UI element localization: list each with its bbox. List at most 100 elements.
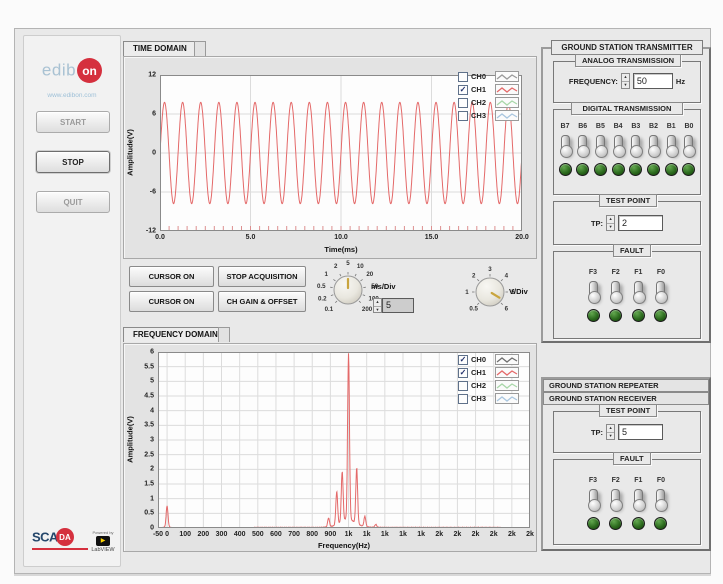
legend-checkbox-CH3[interactable] bbox=[458, 394, 468, 404]
svg-text:10: 10 bbox=[357, 263, 364, 270]
toggle-switch-B3[interactable] bbox=[631, 135, 640, 155]
svg-text:0.5: 0.5 bbox=[317, 283, 326, 290]
ch-gain-offset-button[interactable]: CH GAIN & OFFSET bbox=[218, 291, 306, 312]
x-tick-label: 400 bbox=[234, 531, 246, 538]
led-indicator-F3 bbox=[587, 309, 600, 322]
bit-label: B3 bbox=[631, 123, 640, 130]
legend-line-icon[interactable] bbox=[495, 71, 519, 82]
bit-label: B0 bbox=[684, 123, 693, 130]
legend-row: ✓CH0 bbox=[458, 353, 536, 366]
led-indicator-B0 bbox=[682, 163, 695, 176]
bit-label: F3 bbox=[589, 269, 597, 276]
x-tick-label: 300 bbox=[216, 531, 228, 538]
toggle-switch-B7[interactable] bbox=[561, 135, 570, 155]
ms-div-numeric: ▲▼ 5 bbox=[373, 298, 414, 313]
toggle-switch-F1[interactable] bbox=[634, 281, 643, 301]
legend-row: CH3 bbox=[458, 392, 536, 405]
repeater-title-bar[interactable]: GROUND STATION REPEATER bbox=[543, 379, 709, 392]
led-indicator-F1 bbox=[632, 309, 645, 322]
y-tick-label: 1.5 bbox=[144, 481, 154, 488]
legend-checkbox-CH2[interactable] bbox=[458, 381, 468, 391]
ms-div-spinner[interactable]: ▲▼ bbox=[373, 298, 382, 313]
x-tick-label: 1k bbox=[417, 531, 425, 538]
led-indicator-F2 bbox=[609, 309, 622, 322]
cursor-on-button-2[interactable]: CURSOR ON bbox=[129, 291, 214, 312]
legend-label: CH2 bbox=[471, 98, 491, 107]
y-tick-label: 4 bbox=[150, 407, 154, 414]
cursor-on-button-1[interactable]: CURSOR ON bbox=[129, 266, 214, 287]
y-tick-label: 12 bbox=[148, 72, 156, 79]
legend-line-icon[interactable] bbox=[495, 367, 519, 378]
toggle-switch-F0[interactable] bbox=[656, 489, 665, 509]
legend-line-icon[interactable] bbox=[495, 393, 519, 404]
bit-label: B5 bbox=[596, 123, 605, 130]
bit-label: B2 bbox=[649, 123, 658, 130]
legend-checkbox-CH1[interactable]: ✓ bbox=[458, 85, 468, 95]
scada-tagline-rule bbox=[32, 548, 88, 550]
frequency-input[interactable]: 50 bbox=[633, 73, 673, 89]
x-tick-label: 10.0 bbox=[334, 234, 348, 241]
freq-y-ticks: 65.554.543.532.521.510.50 bbox=[126, 352, 156, 528]
analog-transmission-title: ANALOG TRANSMISSION bbox=[575, 54, 681, 67]
bit-column: F3 bbox=[585, 269, 601, 322]
led-indicator-F0 bbox=[654, 309, 667, 322]
tab-time-domain[interactable]: TIME DOMAIN bbox=[123, 41, 197, 56]
toggle-switch-F3[interactable] bbox=[589, 489, 598, 509]
led-indicator-B6 bbox=[576, 163, 589, 176]
tab-frequency-domain[interactable]: FREQUENCY DOMAIN bbox=[123, 327, 228, 342]
legend-label: CH0 bbox=[471, 355, 491, 364]
frequency-control: FREQUENCY: ▲▼ 50 Hz bbox=[555, 73, 699, 89]
led-indicator-B5 bbox=[594, 163, 607, 176]
x-tick-label: 800 bbox=[306, 531, 318, 538]
frequency-unit: Hz bbox=[676, 77, 685, 86]
x-tick-label: 2k bbox=[472, 531, 480, 538]
digital-transmission-title: DIGITAL TRANSMISSION bbox=[571, 102, 683, 115]
legend-label: CH0 bbox=[471, 72, 491, 81]
logo-circle: on bbox=[77, 58, 102, 83]
bit-column: B3 bbox=[628, 123, 644, 176]
legend-checkbox-CH1[interactable]: ✓ bbox=[458, 368, 468, 378]
x-tick-label: 2k bbox=[526, 531, 534, 538]
legend-line-icon[interactable] bbox=[495, 110, 519, 121]
legend-line-icon[interactable] bbox=[495, 354, 519, 365]
transmitter-fault-title: FAULT bbox=[613, 244, 651, 257]
legend-checkbox-CH0[interactable] bbox=[458, 72, 468, 82]
stop-acquisition-button[interactable]: STOP ACQUISITION bbox=[218, 266, 306, 287]
legend-checkbox-CH2[interactable] bbox=[458, 98, 468, 108]
toggle-switch-B0[interactable] bbox=[684, 135, 693, 155]
labview-badge: Powered by ▶ LabVIEW bbox=[90, 530, 116, 553]
y-tick-label: 5.5 bbox=[144, 363, 154, 370]
toggle-switch-B6[interactable] bbox=[578, 135, 587, 155]
bit-label: F2 bbox=[612, 269, 620, 276]
tp-input[interactable]: 5 bbox=[618, 424, 663, 440]
tp-input[interactable]: 2 bbox=[618, 215, 663, 231]
toggle-switch-F2[interactable] bbox=[611, 281, 620, 301]
toggle-switch-B2[interactable] bbox=[649, 135, 658, 155]
legend-line-icon[interactable] bbox=[495, 97, 519, 108]
time-domain-chart: Amplitude(V) 1260-6-12 0.05.010.015.020.… bbox=[123, 56, 537, 259]
legend-line-icon[interactable] bbox=[495, 84, 519, 95]
toggle-switch-B1[interactable] bbox=[667, 135, 676, 155]
tp-spinner[interactable]: ▲▼ bbox=[606, 424, 615, 440]
bit-column: F1 bbox=[630, 477, 646, 530]
legend-line-icon[interactable] bbox=[495, 380, 519, 391]
legend-label: CH3 bbox=[471, 111, 491, 120]
toggle-switch-F1[interactable] bbox=[634, 489, 643, 509]
toggle-switch-F0[interactable] bbox=[656, 281, 665, 301]
toggle-switch-F2[interactable] bbox=[611, 489, 620, 509]
stop-button[interactable]: STOP bbox=[36, 151, 110, 173]
x-tick-label: 15.0 bbox=[425, 234, 439, 241]
quit-button[interactable]: QUIT bbox=[36, 191, 110, 213]
frequency-spinner[interactable]: ▲▼ bbox=[621, 73, 630, 89]
toggle-switch-F3[interactable] bbox=[589, 281, 598, 301]
y-tick-label: 6 bbox=[150, 349, 154, 356]
ms-div-value[interactable]: 5 bbox=[382, 298, 414, 313]
legend-checkbox-CH3[interactable] bbox=[458, 111, 468, 121]
toggle-switch-B4[interactable] bbox=[614, 135, 623, 155]
time-y-ticks: 1260-6-12 bbox=[128, 75, 158, 231]
legend-row: ✓CH1 bbox=[458, 366, 536, 379]
start-button[interactable]: START bbox=[36, 111, 110, 133]
legend-checkbox-CH0[interactable]: ✓ bbox=[458, 355, 468, 365]
tp-spinner[interactable]: ▲▼ bbox=[606, 215, 615, 231]
toggle-switch-B5[interactable] bbox=[596, 135, 605, 155]
